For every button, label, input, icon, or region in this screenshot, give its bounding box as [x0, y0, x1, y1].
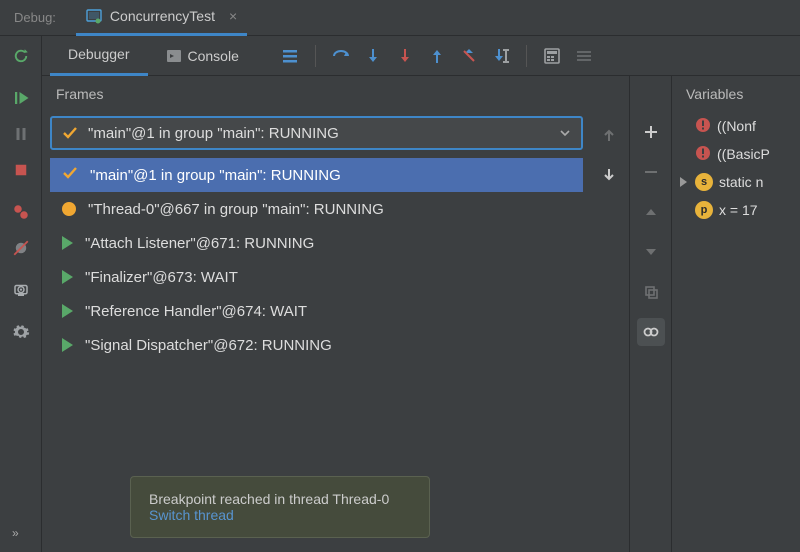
running-play-icon	[62, 304, 73, 318]
variable-node[interactable]: ((BasicP	[680, 140, 800, 168]
variable-text: static n	[719, 174, 763, 190]
variable-node[interactable]: p x = 17	[680, 196, 800, 224]
thread-row[interactable]: "main"@1 in group "main": RUNNING	[50, 158, 583, 192]
console-icon	[166, 48, 182, 64]
thread-label: "Finalizer"@673: WAIT	[85, 269, 238, 286]
expand-toolwindow-button[interactable]: »	[12, 526, 21, 540]
mute-breakpoints-button[interactable]	[0, 230, 42, 266]
run-config-tab[interactable]: ConcurrencyTest ×	[76, 0, 247, 36]
force-step-into-button[interactable]	[390, 41, 420, 71]
chevron-down-icon	[559, 127, 571, 139]
show-watches-button[interactable]	[637, 318, 665, 346]
type-badge: p	[695, 201, 713, 219]
check-icon	[62, 125, 78, 141]
toast-message: Breakpoint reached in thread Thread-0	[149, 491, 411, 507]
prev-frame-button[interactable]	[595, 122, 623, 150]
thread-row[interactable]: "Attach Listener"@671: RUNNING	[50, 226, 583, 260]
variables-toolbar	[630, 76, 672, 552]
run-config-name: ConcurrencyTest	[110, 8, 215, 24]
thread-list: "main"@1 in group "main": RUNNING "Thread…	[50, 158, 583, 362]
breakpoint-toast: Breakpoint reached in thread Thread-0 Sw…	[130, 476, 430, 538]
expand-icon[interactable]	[680, 177, 687, 187]
application-icon	[86, 8, 102, 24]
frames-nav-col	[589, 112, 629, 552]
thread-label: "Thread-0"@667 in group "main": RUNNING	[88, 201, 384, 218]
next-frame-button[interactable]	[595, 160, 623, 188]
type-badge: s	[695, 173, 713, 191]
left-toolbar	[0, 36, 42, 552]
evaluate-expression-button[interactable]	[537, 41, 567, 71]
thread-selector-value: "main"@1 in group "main": RUNNING	[88, 125, 559, 142]
thread-row[interactable]: "Finalizer"@673: WAIT	[50, 260, 583, 294]
trace-current-stream-button[interactable]	[569, 41, 599, 71]
tab-console-label: Console	[188, 48, 239, 64]
settings-button[interactable]	[0, 314, 42, 350]
debug-top-bar: Debug: ConcurrencyTest ×	[0, 0, 800, 36]
debugger-tabs-row: Debugger Console	[42, 36, 800, 76]
switch-thread-link[interactable]: Switch thread	[149, 507, 234, 523]
rerun-button[interactable]	[0, 38, 42, 74]
running-play-icon	[62, 270, 73, 284]
variables-tree: ((Nonf ((BasicPs static n p x = 17	[680, 112, 800, 224]
duplicate-watch-button[interactable]	[637, 278, 665, 306]
thread-label: "Reference Handler"@674: WAIT	[85, 303, 307, 320]
step-over-button[interactable]	[326, 41, 356, 71]
run-to-cursor-button[interactable]	[486, 41, 516, 71]
running-play-icon	[62, 236, 73, 250]
error-icon	[695, 145, 711, 164]
variables-header: Variables	[680, 76, 800, 112]
check-icon	[62, 165, 78, 185]
thread-row[interactable]: "Thread-0"@667 in group "main": RUNNING	[50, 192, 583, 226]
variable-text: ((Nonf	[717, 118, 756, 134]
get-thread-dump-button[interactable]	[0, 272, 42, 308]
frames-header: Frames	[42, 76, 629, 112]
variable-text: ((BasicP	[717, 146, 770, 162]
thread-selector-combo[interactable]: "main"@1 in group "main": RUNNING	[50, 116, 583, 150]
tab-console[interactable]: Console	[148, 36, 257, 76]
remove-watch-button[interactable]	[637, 158, 665, 186]
variable-node[interactable]: s static n	[680, 168, 800, 196]
move-watch-up-button[interactable]	[637, 198, 665, 226]
thread-label: "Attach Listener"@671: RUNNING	[85, 235, 314, 252]
variable-node[interactable]: ((Nonf	[680, 112, 800, 140]
tab-debugger[interactable]: Debugger	[50, 36, 148, 76]
threads-view-button[interactable]	[275, 41, 305, 71]
new-watch-button[interactable]	[637, 118, 665, 146]
suspended-dot-icon	[62, 202, 76, 216]
debug-title: Debug:	[14, 10, 56, 25]
variables-panel: Variables ((Nonf ((BasicPs static n p x = 17	[672, 76, 800, 552]
pause-button[interactable]	[0, 116, 42, 152]
variable-text: x = 17	[719, 202, 758, 218]
thread-label: "Signal Dispatcher"@672: RUNNING	[85, 337, 332, 354]
step-out-button[interactable]	[422, 41, 452, 71]
thread-row[interactable]: "Signal Dispatcher"@672: RUNNING	[50, 328, 583, 362]
thread-label: "main"@1 in group "main": RUNNING	[90, 167, 341, 184]
close-tab-icon[interactable]: ×	[229, 8, 237, 24]
running-play-icon	[62, 338, 73, 352]
drop-frame-button[interactable]	[454, 41, 484, 71]
move-watch-down-button[interactable]	[637, 238, 665, 266]
error-icon	[695, 117, 711, 136]
tab-debugger-label: Debugger	[68, 46, 130, 62]
thread-row[interactable]: "Reference Handler"@674: WAIT	[50, 294, 583, 328]
step-into-button[interactable]	[358, 41, 388, 71]
stop-button[interactable]	[0, 152, 42, 188]
view-breakpoints-button[interactable]	[0, 194, 42, 230]
resume-button[interactable]	[0, 80, 42, 116]
